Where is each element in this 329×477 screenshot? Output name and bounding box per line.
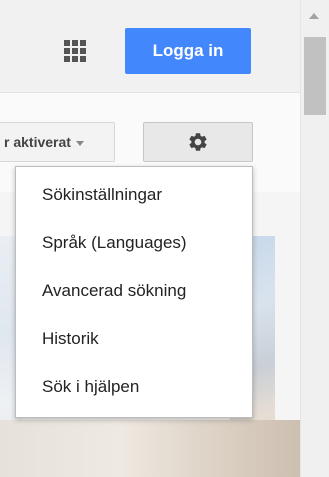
menu-item-advanced-search[interactable]: Avancerad sökning [16,267,252,315]
top-bar: Logga in [0,0,300,92]
settings-button[interactable] [143,122,253,162]
scrollbar[interactable] [300,0,329,477]
login-button[interactable]: Logga in [125,28,251,74]
gear-icon [189,133,207,151]
settings-menu: Sökinställningar Språk (Languages) Avanc… [15,166,253,418]
scroll-thumb[interactable] [304,37,326,115]
menu-item-help[interactable]: Sök i hjälpen [16,363,252,411]
safesearch-dropdown[interactable]: r aktiverat [0,122,115,162]
menu-item-search-settings[interactable]: Sökinställningar [16,171,252,219]
result-image[interactable] [0,420,300,477]
menu-item-languages[interactable]: Språk (Languages) [16,219,252,267]
scroll-up-arrow-icon[interactable] [309,13,319,19]
safesearch-label: r aktiverat [4,134,71,150]
chevron-down-icon [75,140,84,146]
apps-grid-icon[interactable] [64,40,86,62]
menu-item-history[interactable]: Historik [16,315,252,363]
